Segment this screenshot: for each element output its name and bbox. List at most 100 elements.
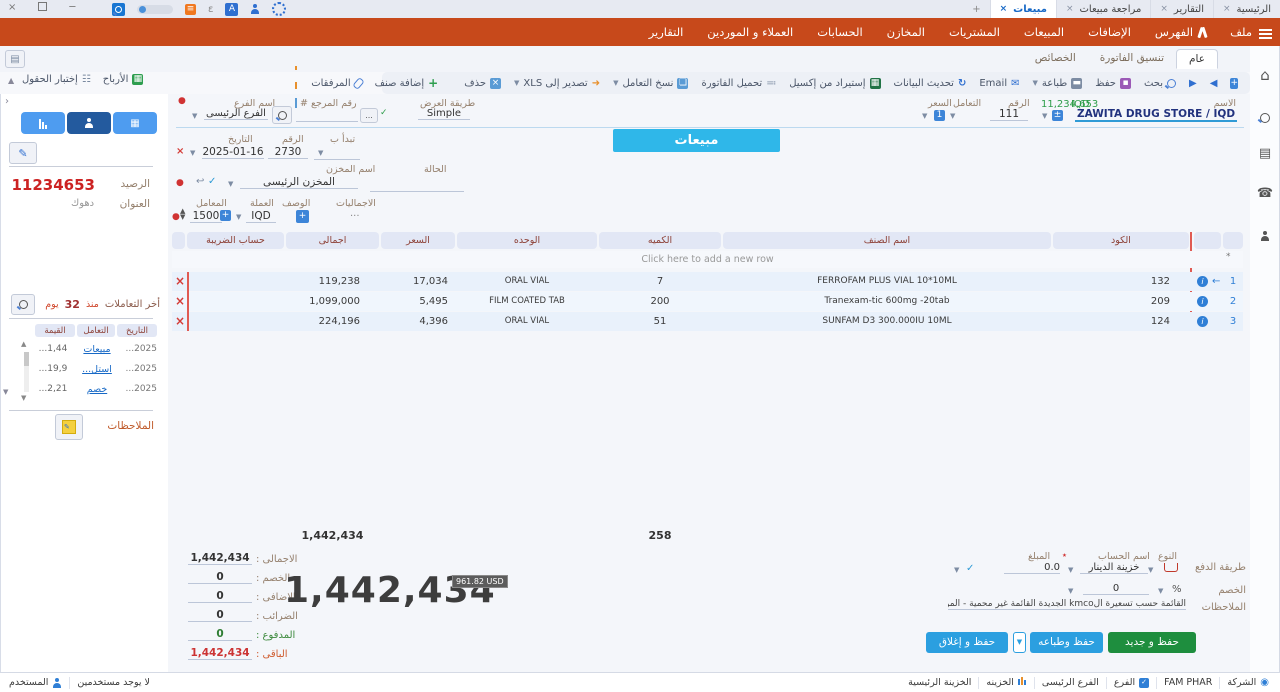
gear-icon[interactable]: [272, 2, 286, 16]
invoice-notes-field[interactable]: القائمة حسب تسعيرة الkmco الجديدة القائم…: [948, 599, 1186, 610]
save-and-print-button[interactable]: حفظ وطباعه: [1030, 632, 1103, 653]
nav-next-icon[interactable]: ◀: [1210, 78, 1218, 89]
reference-number-field[interactable]: [296, 108, 358, 122]
profits-button[interactable]: ▦الأرباح: [103, 74, 144, 85]
treasury-value[interactable]: الخزينة الرئيسية: [901, 677, 978, 688]
doc-number-field[interactable]: 2730: [268, 146, 308, 159]
menu-sales[interactable]: المبيعات: [1024, 25, 1064, 39]
currency-icon[interactable]: ε: [208, 4, 213, 15]
delete-row-icon[interactable]: ×: [175, 272, 185, 291]
column-header-code[interactable]: الكود: [1053, 232, 1189, 249]
close-icon[interactable]: ×: [1160, 4, 1168, 14]
save-options-caret[interactable]: ▼: [1013, 632, 1026, 653]
treasury-item[interactable]: الخزينه: [979, 677, 1034, 688]
return-arrow-icon[interactable]: ↩: [196, 176, 204, 187]
chart-icon[interactable]: [295, 55, 298, 112]
scrollbar-track[interactable]: [24, 352, 29, 392]
info-icon[interactable]: i: [1197, 316, 1208, 327]
more-options-button[interactable]: ...: [360, 108, 378, 123]
toggle-switch[interactable]: [137, 5, 173, 14]
column-header-unit[interactable]: الوحده: [457, 232, 597, 249]
hamburger-icon[interactable]: [1259, 27, 1272, 41]
txn-type-link[interactable]: استل...: [79, 364, 115, 375]
spinner-control[interactable]: ▲▼: [180, 208, 185, 220]
column-header-value[interactable]: القيمة: [35, 324, 75, 337]
paid-total-field[interactable]: 0: [188, 628, 252, 641]
cart-icon[interactable]: [1164, 563, 1178, 572]
collapse-arrow-icon[interactable]: ▲: [8, 76, 14, 85]
branch-value[interactable]: الفرع الرئيسى: [1035, 677, 1106, 688]
search-icon[interactable]: [1250, 108, 1280, 127]
account-name-field[interactable]: خزينة الدينار: [1080, 562, 1148, 574]
delete-row-icon[interactable]: ×: [175, 312, 185, 331]
discount-input-field[interactable]: 0: [1083, 583, 1149, 595]
chevron-down-icon[interactable]: ▼: [950, 112, 955, 120]
transactions-search-button[interactable]: [11, 294, 35, 315]
edit-customer-button[interactable]: ✎: [9, 142, 37, 164]
translate-icon[interactable]: A: [225, 3, 238, 16]
window-minimize-button[interactable]: ─: [69, 2, 75, 14]
save-button[interactable]: ▪حفظ: [1095, 78, 1131, 89]
display-mode-field[interactable]: Simple: [418, 108, 470, 120]
customer-stats-button[interactable]: [21, 112, 65, 134]
customer-picker-icon[interactable]: ±: [1052, 110, 1063, 121]
branch-field[interactable]: الفرع الرئيسى: [204, 108, 268, 120]
taxes-total-field[interactable]: 0: [188, 609, 252, 622]
notes-button[interactable]: ✎: [55, 414, 83, 440]
date-field[interactable]: 2025-01-16: [202, 146, 264, 159]
txn-type-link[interactable]: خصم: [79, 384, 115, 395]
column-header-type[interactable]: التعامل: [77, 324, 115, 337]
totals-ellipsis[interactable]: ...: [350, 208, 360, 219]
home-icon[interactable]: ⌂: [1250, 66, 1280, 84]
refresh-data-button[interactable]: ↻تحديث البيانات: [894, 78, 967, 89]
company-item[interactable]: ◉ الشركة: [1220, 677, 1276, 688]
delete-button[interactable]: ×حذف: [464, 78, 501, 89]
chevron-down-icon[interactable]: ▼: [236, 213, 241, 221]
close-icon[interactable]: ×: [1066, 4, 1074, 14]
column-header-qty[interactable]: الكميه: [599, 232, 721, 249]
close-icon[interactable]: ×: [1223, 4, 1231, 14]
scroll-down-icon[interactable]: ▼: [21, 394, 26, 402]
info-icon[interactable]: i: [1197, 296, 1208, 307]
view-tab-invoice-format[interactable]: تنسيق الفاتورة: [1088, 49, 1176, 69]
chevron-down-icon[interactable]: ▼: [318, 149, 323, 157]
chevron-down-icon[interactable]: ▼: [514, 79, 519, 87]
add-record-icon[interactable]: +: [1230, 78, 1238, 89]
user-item[interactable]: المستخدم: [2, 677, 69, 688]
customer-info-button[interactable]: [67, 112, 111, 134]
chevron-down-icon[interactable]: ▼: [1068, 566, 1073, 574]
news-icon[interactable]: ▤: [1250, 146, 1280, 161]
fields-test-button[interactable]: ☷إختبار الحقول: [22, 74, 91, 85]
nav-prev-icon[interactable]: ▶: [1189, 78, 1197, 89]
company-value[interactable]: FAM PHAR: [1157, 677, 1219, 688]
copy-transaction-button[interactable]: ❏نسخ التعامل▼: [613, 78, 688, 89]
tab-sales-review[interactable]: مراجعة مبيعات ×: [1056, 0, 1150, 18]
menu-index[interactable]: الفهرس: [1155, 25, 1206, 39]
menu-addons[interactable]: الإضافات: [1088, 25, 1131, 39]
factor-field[interactable]: 1500: [190, 210, 222, 223]
new-tab-button[interactable]: +: [963, 0, 989, 18]
view-tab-general[interactable]: عام: [1176, 49, 1218, 69]
chevron-down-icon[interactable]: ▼: [1158, 587, 1163, 595]
add-item-button[interactable]: +إضافة صنف: [375, 76, 439, 90]
column-header-total[interactable]: اجمالى: [286, 232, 379, 249]
window-restore-button[interactable]: [38, 2, 47, 14]
column-header-date[interactable]: التاريخ: [117, 324, 157, 337]
add-description-icon[interactable]: +: [296, 210, 309, 223]
column-header-tax[interactable]: حساب الضريبة: [187, 232, 284, 249]
delete-row-icon[interactable]: ×: [175, 292, 185, 311]
price-type-badge[interactable]: 1: [934, 110, 945, 121]
invoice-number-field[interactable]: 111: [990, 108, 1028, 121]
chevron-down-icon[interactable]: ▼: [190, 149, 195, 157]
orange-app-icon[interactable]: ≡: [185, 4, 196, 15]
clipboard-icon[interactable]: ▤: [5, 50, 25, 68]
tab-sales-active[interactable]: مبيعات ×: [990, 0, 1056, 18]
chevron-down-icon[interactable]: ▼: [1033, 79, 1038, 87]
chevron-down-icon[interactable]: ▼: [1148, 566, 1153, 574]
whatsapp-icon[interactable]: ☎: [1250, 186, 1280, 201]
search-icon[interactable]: [112, 3, 125, 16]
branch-item[interactable]: ✓ الفرع: [1107, 677, 1156, 688]
load-invoice-button[interactable]: ≔تحميل الفاتورة: [701, 78, 776, 89]
support-person-icon[interactable]: [1250, 226, 1280, 245]
tab-reports[interactable]: التقارير ×: [1150, 0, 1213, 18]
